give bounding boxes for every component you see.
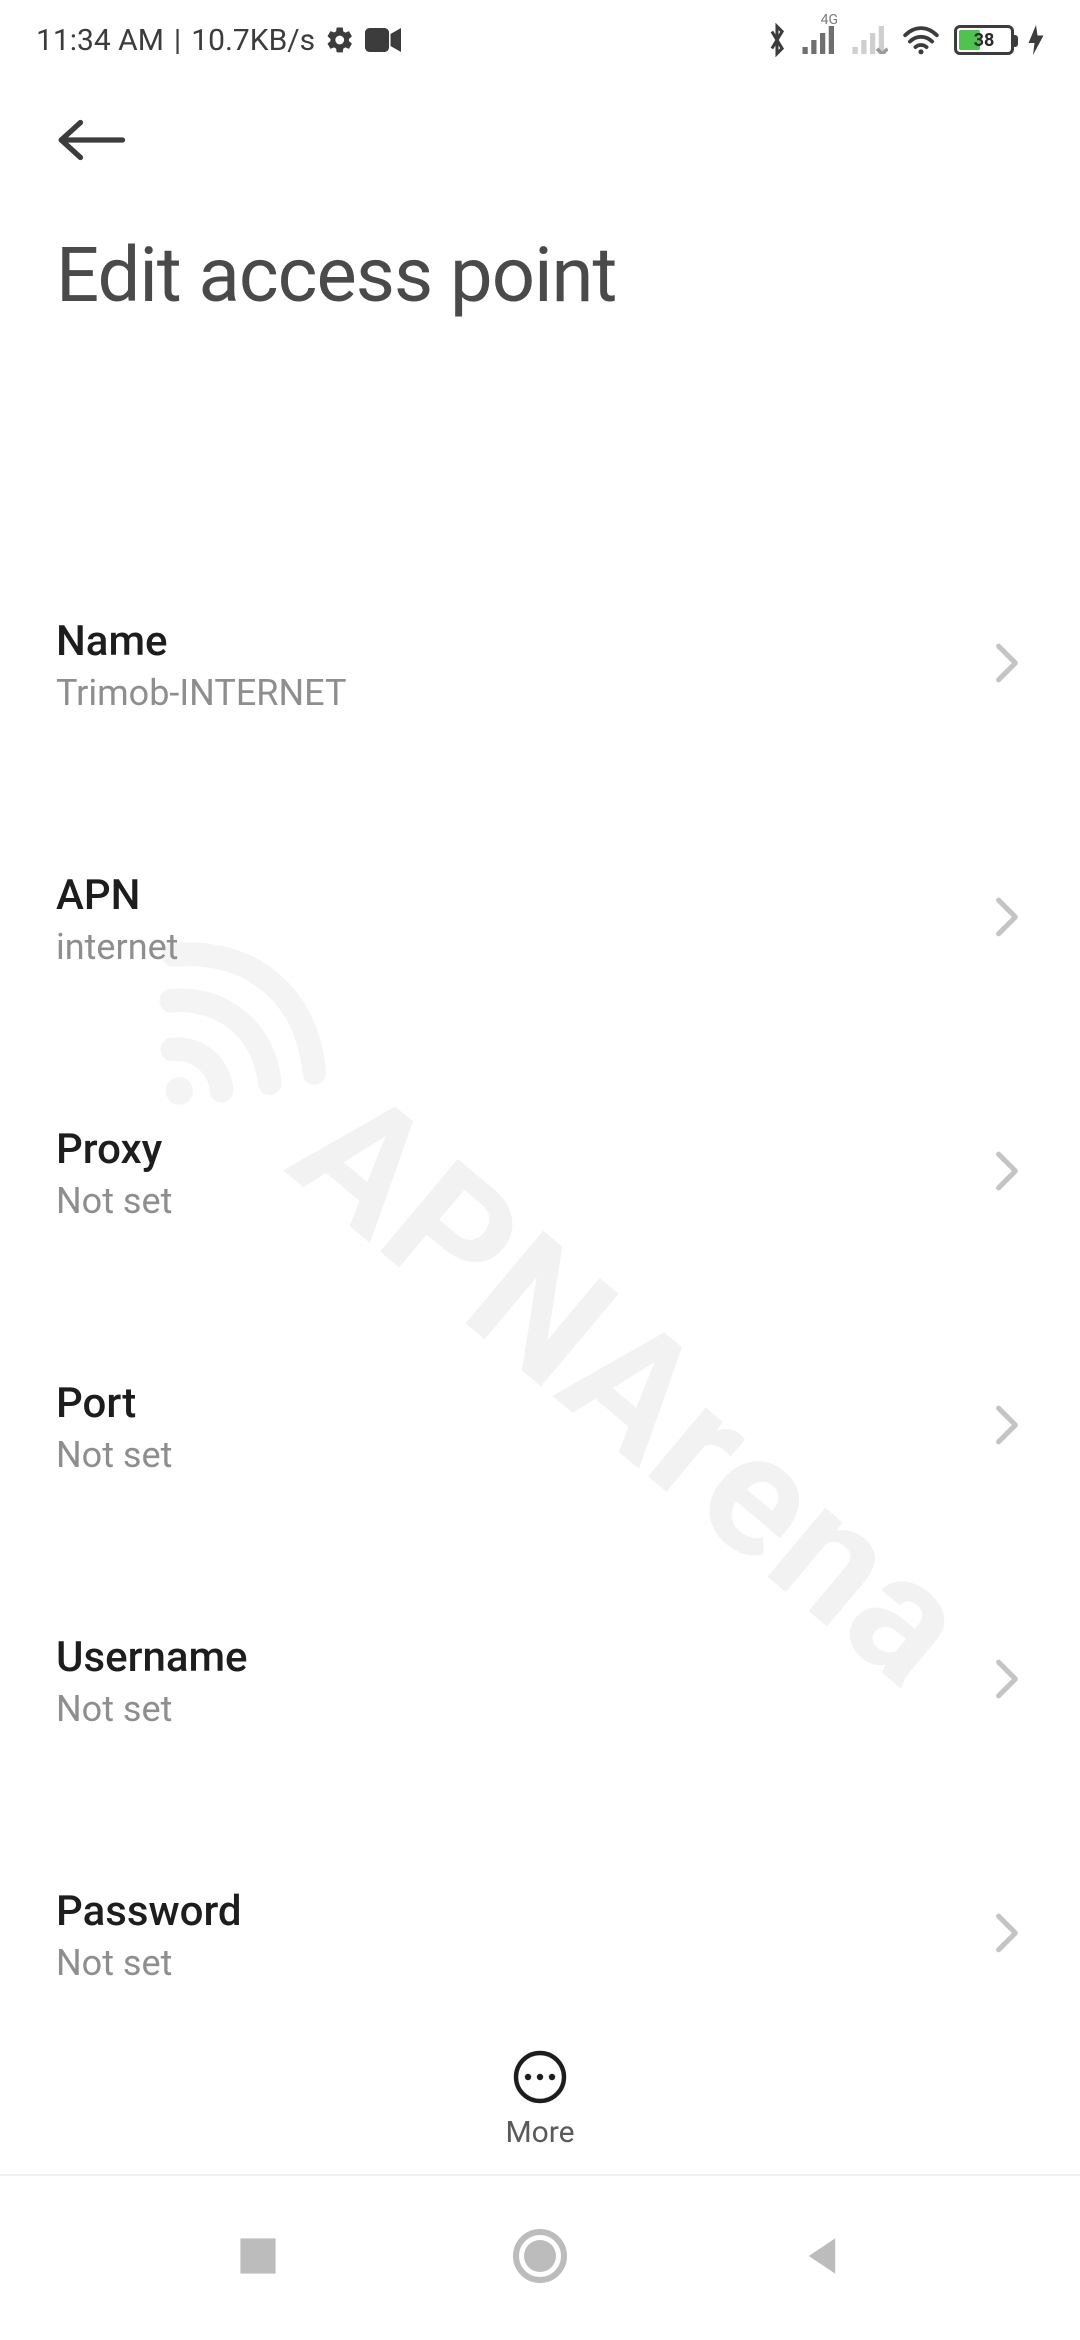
- chevron-right-icon: [994, 642, 1020, 688]
- field-label: Password: [56, 1887, 242, 1936]
- apn-row-username[interactable]: Username Not set: [0, 1554, 1080, 1808]
- chevron-right-icon: [994, 1150, 1020, 1196]
- apn-row-proxy[interactable]: Proxy Not set: [0, 1046, 1080, 1300]
- battery-percent: 38: [957, 30, 1011, 51]
- back-icon[interactable]: [56, 116, 126, 164]
- battery-icon: 38: [954, 25, 1014, 55]
- status-time: 11:34 AM: [36, 23, 164, 58]
- field-value: Not set: [56, 1942, 242, 1984]
- apn-field-list: Name Trimob-INTERNET APN internet Proxy Not s…: [0, 538, 1080, 2040]
- status-sep: |: [174, 23, 181, 58]
- more-button[interactable]: More: [505, 2049, 574, 2150]
- apn-row-apn[interactable]: APN internet: [0, 792, 1080, 1046]
- field-label: Port: [56, 1379, 172, 1428]
- status-net-speed: 10.7KB/s: [191, 23, 315, 58]
- field-value: Not set: [56, 1688, 248, 1730]
- signal-sim2-icon: [852, 26, 888, 54]
- apn-row-name[interactable]: Name Trimob-INTERNET: [0, 538, 1080, 792]
- wifi-icon: [902, 25, 940, 55]
- chevron-right-icon: [994, 896, 1020, 942]
- signal-sim1-icon: 4G: [802, 26, 838, 54]
- nav-home-icon[interactable]: [512, 2228, 568, 2288]
- camera-icon: [365, 27, 401, 53]
- field-value: internet: [56, 926, 178, 968]
- more-icon: [512, 2049, 568, 2105]
- status-left: 11:34 AM | 10.7KB/s: [36, 23, 401, 58]
- page-title: Edit access point: [0, 200, 1080, 350]
- chevron-right-icon: [994, 1912, 1020, 1958]
- bottom-action-bar: More: [0, 2024, 1080, 2174]
- field-label: APN: [56, 871, 178, 920]
- nav-recents-icon[interactable]: [236, 2234, 280, 2282]
- chevron-right-icon: [994, 1658, 1020, 1704]
- apn-row-port[interactable]: Port Not set: [0, 1300, 1080, 1554]
- bluetooth-icon: [766, 23, 788, 57]
- app-bar: [0, 80, 1080, 200]
- status-right: 4G 38: [766, 23, 1044, 57]
- chevron-right-icon: [994, 1404, 1020, 1450]
- field-value: Not set: [56, 1180, 172, 1222]
- system-nav-bar: [0, 2174, 1080, 2340]
- net-badge: 4G: [821, 12, 838, 28]
- field-label: Username: [56, 1633, 248, 1682]
- field-label: Name: [56, 617, 346, 666]
- field-value: Not set: [56, 1434, 172, 1476]
- nav-back-icon[interactable]: [800, 2234, 844, 2282]
- field-label: Proxy: [56, 1125, 172, 1174]
- gear-icon: [325, 25, 355, 55]
- charging-icon: [1028, 25, 1044, 55]
- field-value: Trimob-INTERNET: [56, 672, 346, 714]
- more-label: More: [505, 2115, 574, 2150]
- status-bar: 11:34 AM | 10.7KB/s 4G 38: [0, 0, 1080, 80]
